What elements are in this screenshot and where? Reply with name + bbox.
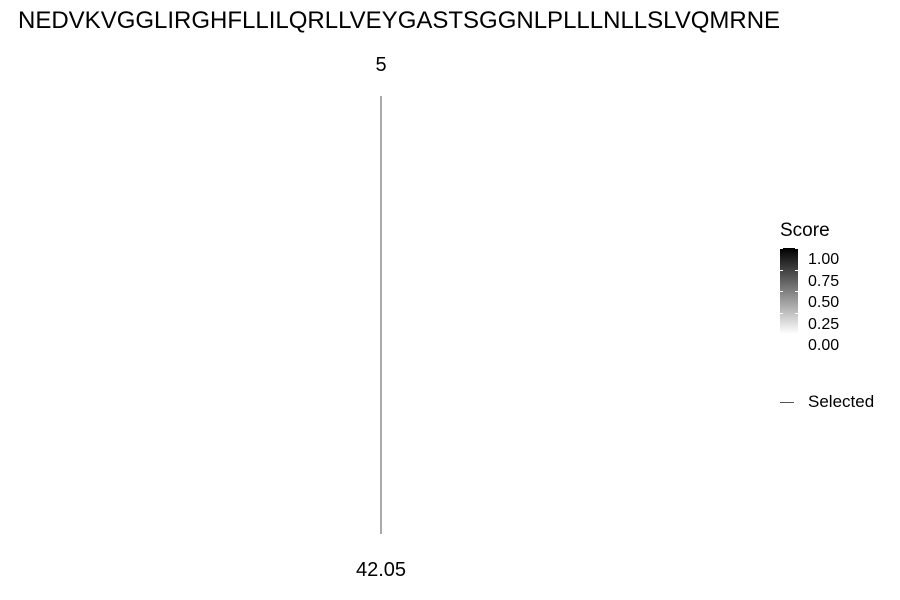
colorbar-label: 0.50 <box>808 294 840 311</box>
legend-title: Score <box>780 220 830 241</box>
bottom-tick-label: 42.05 <box>356 559 406 581</box>
top-tick-label: 5 <box>375 54 386 76</box>
colorbar-label: 0.00 <box>808 337 840 354</box>
selected-legend-label: Selected <box>808 392 875 411</box>
selected-line-key <box>780 401 794 403</box>
colorbar-label: 0.25 <box>808 315 840 333</box>
colorbar-label: 0.75 <box>808 272 840 290</box>
score-legend: Score 1.00 0.75 0.50 0.25 0.00 <box>780 220 895 354</box>
colorbar-label: 1.00 <box>808 251 840 268</box>
selected-legend-item: Selected <box>780 392 874 412</box>
plot-area: 5 42.05 <box>356 54 406 581</box>
colorbar-group: 1.00 0.75 0.50 0.25 0.00 <box>780 248 895 354</box>
